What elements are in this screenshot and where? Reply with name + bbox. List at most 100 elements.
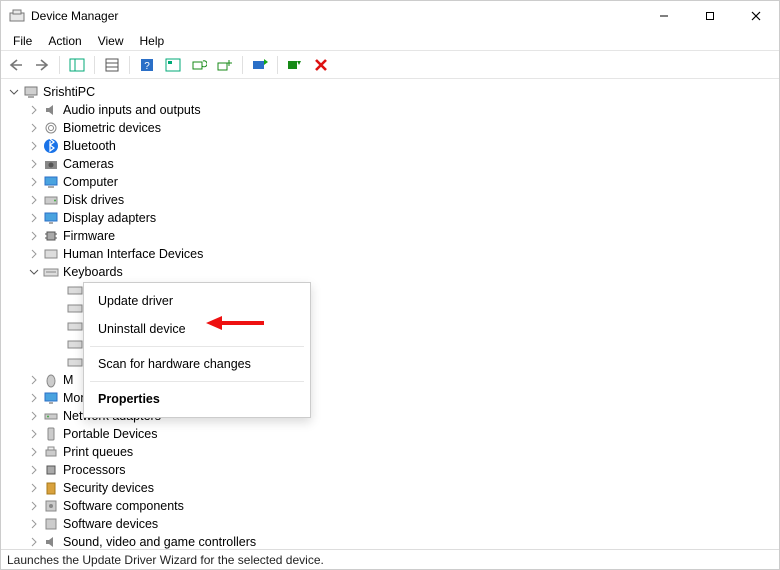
- tree-category-hid[interactable]: Human Interface Devices: [27, 245, 779, 263]
- chevron-down-icon[interactable]: [27, 265, 41, 279]
- cpu-icon: [43, 462, 59, 478]
- disable-device-button[interactable]: [284, 54, 306, 76]
- root-label: SrishtiPC: [43, 83, 95, 101]
- ctx-update-driver[interactable]: Update driver: [84, 287, 310, 315]
- camera-icon: [43, 156, 59, 172]
- forward-button[interactable]: [31, 54, 53, 76]
- disk-icon: [43, 192, 59, 208]
- chevron-right-icon[interactable]: [27, 499, 41, 513]
- category-label: Firmware: [63, 227, 115, 245]
- tree-category-biometric[interactable]: Biometric devices: [27, 119, 779, 137]
- menu-action[interactable]: Action: [40, 32, 89, 50]
- category-label: Print queues: [63, 443, 133, 461]
- menu-help[interactable]: Help: [132, 32, 173, 50]
- toolbar-separator: [94, 56, 95, 74]
- chevron-right-icon[interactable]: [27, 427, 41, 441]
- ctx-uninstall-device[interactable]: Uninstall device: [84, 315, 310, 343]
- device-manager-window: Device Manager File Action View Help ?: [0, 0, 780, 570]
- svg-text:?: ?: [144, 61, 150, 72]
- chevron-right-icon[interactable]: [27, 535, 41, 549]
- software-device-icon: [43, 516, 59, 532]
- chevron-right-icon[interactable]: [27, 445, 41, 459]
- chevron-right-icon[interactable]: [27, 481, 41, 495]
- ctx-properties[interactable]: Properties: [84, 385, 310, 413]
- tree-category-audio[interactable]: Audio inputs and outputs: [27, 101, 779, 119]
- tree-category-firmware[interactable]: Firmware: [27, 227, 779, 245]
- action-center-button[interactable]: [162, 54, 184, 76]
- context-menu: Update driver Uninstall device Scan for …: [83, 282, 311, 418]
- category-label: Cameras: [63, 155, 114, 173]
- category-label: Computer: [63, 173, 118, 191]
- monitor-icon: [43, 390, 59, 406]
- chip-icon: [43, 228, 59, 244]
- chevron-right-icon[interactable]: [27, 139, 41, 153]
- scan-hardware-button[interactable]: [188, 54, 210, 76]
- category-label: Audio inputs and outputs: [63, 101, 201, 119]
- mouse-icon: [43, 372, 59, 388]
- add-legacy-button[interactable]: [214, 54, 236, 76]
- toolbar-separator: [59, 56, 60, 74]
- chevron-right-icon[interactable]: [27, 157, 41, 171]
- chevron-down-icon[interactable]: [7, 85, 21, 99]
- tree-category-cameras[interactable]: Cameras: [27, 155, 779, 173]
- status-text: Launches the Update Driver Wizard for th…: [7, 553, 324, 567]
- title-bar: Device Manager: [1, 1, 779, 31]
- tree-category-computer[interactable]: Computer: [27, 173, 779, 191]
- keyboard-icon: [67, 318, 83, 334]
- tree-category-display-adapters[interactable]: Display adapters: [27, 209, 779, 227]
- status-bar: Launches the Update Driver Wizard for th…: [1, 549, 779, 569]
- category-label: Disk drives: [63, 191, 124, 209]
- minimize-button[interactable]: [641, 1, 687, 31]
- help-button[interactable]: ?: [136, 54, 158, 76]
- chevron-right-icon[interactable]: [27, 121, 41, 135]
- close-button[interactable]: [733, 1, 779, 31]
- category-label: Security devices: [63, 479, 154, 497]
- tree-category-portable[interactable]: Portable Devices: [27, 425, 779, 443]
- tree-category-software-devices[interactable]: Software devices: [27, 515, 779, 533]
- tree-category-processors[interactable]: Processors: [27, 461, 779, 479]
- chevron-right-icon[interactable]: [27, 103, 41, 117]
- component-icon: [43, 498, 59, 514]
- keyboard-icon: [67, 336, 83, 352]
- show-hide-tree-button[interactable]: [66, 54, 88, 76]
- chevron-right-icon[interactable]: [27, 193, 41, 207]
- chevron-right-icon[interactable]: [27, 517, 41, 531]
- tree-category-keyboards[interactable]: Keyboards: [27, 263, 779, 281]
- category-label: Keyboards: [63, 263, 123, 281]
- keyboard-icon: [67, 282, 83, 298]
- tree-root-row[interactable]: SrishtiPC: [7, 83, 779, 101]
- keyboard-icon: [67, 354, 83, 370]
- chevron-right-icon[interactable]: [27, 463, 41, 477]
- category-label: Human Interface Devices: [63, 245, 203, 263]
- tree-category-print[interactable]: Print queues: [27, 443, 779, 461]
- menu-view[interactable]: View: [90, 32, 132, 50]
- tree-category-software-components[interactable]: Software components: [27, 497, 779, 515]
- properties-button[interactable]: [101, 54, 123, 76]
- context-menu-separator: [90, 346, 304, 347]
- maximize-button[interactable]: [687, 1, 733, 31]
- chevron-right-icon[interactable]: [27, 229, 41, 243]
- sound-icon: [43, 534, 59, 549]
- window-controls: [641, 1, 779, 31]
- tree-category-disk-drives[interactable]: Disk drives: [27, 191, 779, 209]
- update-driver-button[interactable]: [249, 54, 271, 76]
- menu-bar: File Action View Help: [1, 31, 779, 51]
- chevron-right-icon[interactable]: [27, 175, 41, 189]
- keyboard-icon: [43, 264, 59, 280]
- chevron-right-icon[interactable]: [27, 409, 41, 423]
- ctx-scan-hardware[interactable]: Scan for hardware changes: [84, 350, 310, 378]
- category-label: Software devices: [63, 515, 158, 533]
- printer-icon: [43, 444, 59, 460]
- tree-category-bluetooth[interactable]: Bluetooth: [27, 137, 779, 155]
- chevron-right-icon[interactable]: [27, 247, 41, 261]
- category-label: Sound, video and game controllers: [63, 533, 256, 549]
- category-label: Display adapters: [63, 209, 156, 227]
- tree-category-sound[interactable]: Sound, video and game controllers: [27, 533, 779, 549]
- menu-file[interactable]: File: [5, 32, 40, 50]
- tree-category-security[interactable]: Security devices: [27, 479, 779, 497]
- chevron-right-icon[interactable]: [27, 373, 41, 387]
- uninstall-device-button[interactable]: [310, 54, 332, 76]
- chevron-right-icon[interactable]: [27, 391, 41, 405]
- back-button[interactable]: [5, 54, 27, 76]
- chevron-right-icon[interactable]: [27, 211, 41, 225]
